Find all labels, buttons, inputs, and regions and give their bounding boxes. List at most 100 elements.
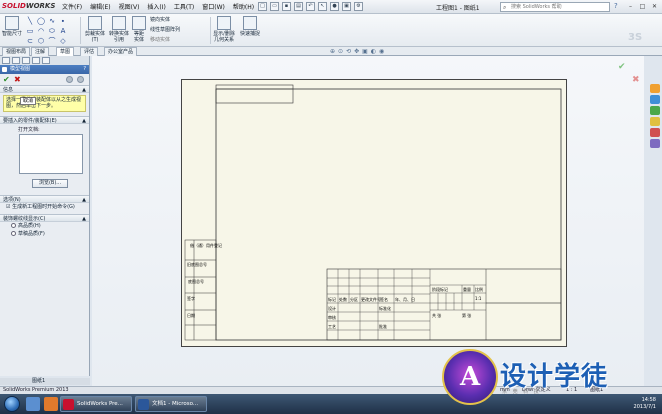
- tb-designer: 设计: [328, 306, 336, 311]
- move-entities-button[interactable]: 移动实体: [150, 36, 170, 43]
- zoom-area-icon[interactable]: ⊙: [338, 48, 343, 55]
- config-manager-icon[interactable]: [22, 57, 30, 64]
- tab-evaluate[interactable]: 评估: [80, 47, 99, 56]
- open-icon[interactable]: ▭: [270, 2, 279, 11]
- custom-props-icon[interactable]: [650, 139, 660, 148]
- menu-file[interactable]: 文件(F): [62, 2, 82, 11]
- smart-dimension-button[interactable]: 智能尺寸: [2, 16, 22, 37]
- tab-annotation[interactable]: 注解: [31, 47, 50, 56]
- trim-entities-button[interactable]: 剪裁实体(T): [84, 16, 106, 43]
- feature-tree-icon[interactable]: [2, 57, 10, 64]
- point-icon[interactable]: ∙: [58, 17, 68, 26]
- print-icon[interactable]: ▤: [294, 2, 303, 11]
- tab-view-layout[interactable]: 视图布局: [2, 47, 31, 56]
- rebuild-icon[interactable]: ●: [330, 2, 339, 11]
- menu-help[interactable]: 帮助(H): [233, 2, 254, 11]
- drawing-sheet[interactable]: 借（通）用件登记 旧底图总号 底图总号 签字 日期 标记 处数 分区 更改文件号…: [181, 79, 567, 347]
- menu-tools[interactable]: 工具(T): [174, 2, 194, 11]
- dim-expert-icon[interactable]: [32, 57, 40, 64]
- display-style-icon[interactable]: ▣: [362, 48, 368, 55]
- property-manager: 模型视图? ✔ ✖ 信息 ▲ 选择一零件或装配体以从之生成视图，然后单击下一步。 …: [0, 56, 90, 376]
- slot-icon[interactable]: ⊂: [25, 37, 35, 46]
- plane-icon[interactable]: ◇: [58, 37, 68, 46]
- appearance-icon[interactable]: ◉: [379, 48, 384, 55]
- quick-snaps-button[interactable]: 快速捕捉: [240, 16, 260, 37]
- message-group-header[interactable]: 信息 ▲: [0, 85, 89, 93]
- pan-icon[interactable]: ✥: [354, 48, 359, 55]
- taskbar-word[interactable]: 文档1 - Microso...: [135, 396, 207, 412]
- tb-change-doc: 更改文件号: [361, 297, 381, 302]
- help-icon[interactable]: ?: [614, 2, 618, 10]
- start-button[interactable]: [4, 396, 20, 412]
- document-title: 工程图1 - 图纸1: [436, 5, 480, 12]
- offset-icon: [132, 16, 146, 30]
- media-player-icon[interactable]: [44, 397, 58, 411]
- high-quality-radio[interactable]: 高品质(H): [0, 222, 89, 230]
- options-icon[interactable]: ⚙: [354, 2, 363, 11]
- help-search-input[interactable]: ⌕ 搜索 SolidWorks 帮助: [500, 2, 610, 12]
- property-manager-icon[interactable]: [12, 57, 20, 64]
- start-command-checkbox[interactable]: ☑ 生成新工程图时开始命令(G): [0, 203, 89, 211]
- zoom-fit-icon[interactable]: ⊕: [330, 48, 335, 55]
- convert-entities-button[interactable]: 转换实体引用: [108, 16, 130, 43]
- ellipse-icon[interactable]: ⬭: [47, 27, 57, 36]
- taskbar-solidworks[interactable]: SolidWorks Pre...: [60, 396, 132, 412]
- back-arrow-icon[interactable]: [66, 76, 73, 83]
- appearances-icon[interactable]: [650, 128, 660, 137]
- cancel-x-icon[interactable]: ✖: [14, 75, 21, 84]
- solidworks-logo[interactable]: SOLIDWORKS: [2, 2, 55, 10]
- display-relations-button[interactable]: 显示/删除几何关系: [212, 16, 236, 43]
- explorer-icon[interactable]: [26, 397, 40, 411]
- select-icon[interactable]: ↖: [318, 2, 327, 11]
- pm-help-icon[interactable]: ?: [83, 65, 86, 74]
- watermark-subtext: 东 莞 科 技: [502, 389, 541, 395]
- text-icon[interactable]: A: [58, 27, 68, 36]
- design-library-icon[interactable]: [650, 95, 660, 104]
- 3ds-logo-icon: 3S: [628, 32, 643, 43]
- part-assembly-group-header[interactable]: 要插入的零件/装配体(E) ▲: [0, 116, 89, 124]
- linear-pattern-button[interactable]: 线性草图阵列: [150, 26, 180, 33]
- thread-display-group-header[interactable]: 装饰螺纹线显示(C) ▲: [0, 214, 89, 222]
- mirror-entities-button[interactable]: 镜向实体: [150, 16, 170, 23]
- rectangle-icon[interactable]: ▭: [25, 27, 35, 36]
- file-explorer-icon[interactable]: [650, 106, 660, 115]
- menu-window[interactable]: 窗口(W): [202, 2, 225, 11]
- tab-sketch[interactable]: 草图: [56, 47, 75, 56]
- menu-view[interactable]: 视图(V): [119, 2, 140, 11]
- circle-icon[interactable]: ◯: [36, 17, 46, 26]
- hide-show-icon[interactable]: ◐: [371, 48, 376, 55]
- maximize-button[interactable]: □: [638, 2, 647, 11]
- ribbon-separator: [80, 17, 81, 44]
- open-documents-list[interactable]: [19, 134, 83, 174]
- system-clock[interactable]: 14:58 2013/7/1: [634, 397, 656, 411]
- confirm-corner-ok-icon[interactable]: ✔: [618, 62, 626, 72]
- sheet-tab-left[interactable]: 图纸1: [0, 378, 90, 385]
- view-palette-icon[interactable]: [650, 117, 660, 126]
- options-group-header[interactable]: 选项(N) ▲: [0, 195, 89, 203]
- fillet-icon[interactable]: ⌒: [47, 37, 57, 46]
- model-view-icon: [2, 67, 7, 72]
- polygon-icon[interactable]: ⬡: [36, 37, 46, 46]
- spline-icon[interactable]: ∿: [47, 17, 57, 26]
- undo-icon[interactable]: ↶: [306, 2, 315, 11]
- confirm-corner-cancel-icon[interactable]: ✖: [632, 75, 640, 85]
- close-button[interactable]: ✕: [650, 2, 659, 11]
- save-icon[interactable]: ▪: [282, 2, 291, 11]
- next-arrow-icon[interactable]: [77, 76, 84, 83]
- browse-button[interactable]: 浏览(B)...: [32, 179, 68, 188]
- tab-office-products[interactable]: 办公室产品: [104, 47, 138, 56]
- resources-icon[interactable]: [650, 84, 660, 93]
- draft-quality-radio[interactable]: 草稿品质(F): [0, 230, 89, 238]
- relations-icon: [217, 16, 231, 30]
- minimize-button[interactable]: –: [626, 2, 635, 11]
- new-doc-icon[interactable]: □: [258, 2, 267, 11]
- previous-view-icon[interactable]: ⟲: [346, 48, 351, 55]
- line-icon[interactable]: ╲: [25, 17, 35, 26]
- file-props-icon[interactable]: ▣: [342, 2, 351, 11]
- ok-check-icon[interactable]: ✔: [3, 75, 10, 84]
- menu-insert[interactable]: 插入(I): [147, 2, 165, 11]
- display-manager-icon[interactable]: [42, 57, 50, 64]
- menu-edit[interactable]: 编辑(E): [90, 2, 110, 11]
- offset-entities-button[interactable]: 等距实体: [132, 16, 146, 43]
- arc-icon[interactable]: ◠: [36, 27, 46, 36]
